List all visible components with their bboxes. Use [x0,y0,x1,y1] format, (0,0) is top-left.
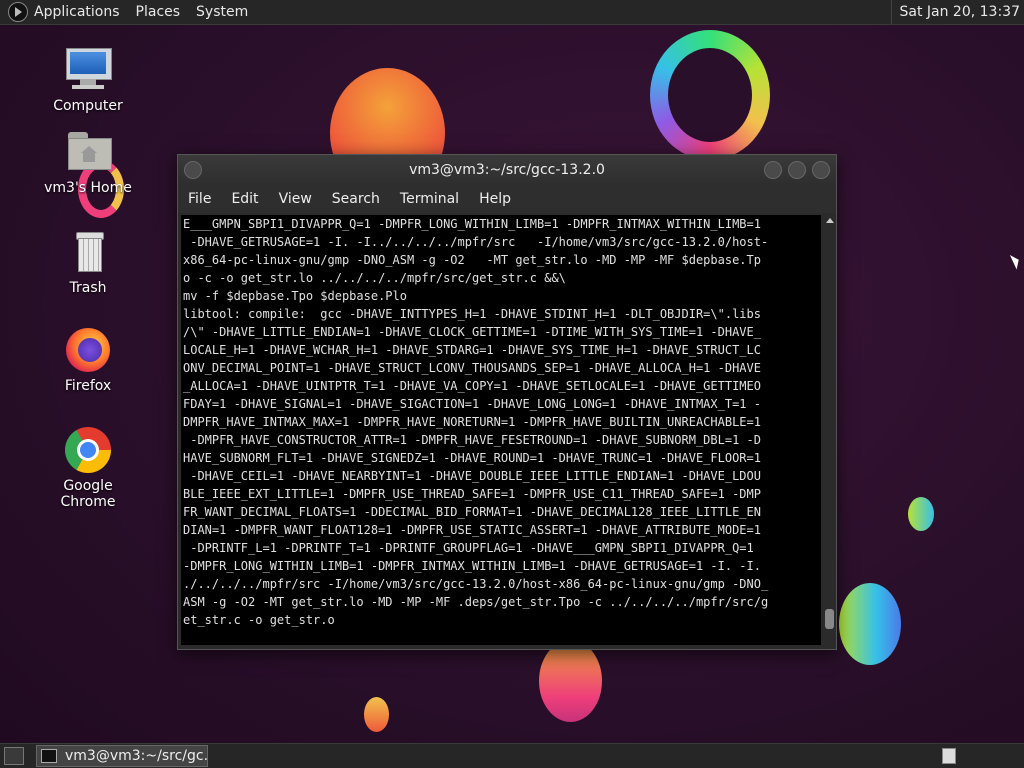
desktop-icon-trash[interactable]: Trash [38,228,138,296]
wallpaper-blue-ball [908,497,934,531]
wallpaper-green-ball [839,583,901,665]
wallpaper-pink-ball [539,640,602,722]
desktop-icon-label: Trash [69,280,107,296]
terminal-title-bar[interactable]: vm3@vm3:~/src/gcc-13.2.0 [178,155,836,185]
taskbar-terminal-label: vm3@vm3:~/src/gc... [65,748,208,764]
close-button[interactable] [812,161,830,179]
scrollbar-thumb[interactable] [825,609,834,629]
terminal-window[interactable]: vm3@vm3:~/src/gcc-13.2.0 File Edit View … [177,154,837,650]
menu-view[interactable]: View [279,191,312,207]
bottom-panel: vm3@vm3:~/src/gc... [0,743,1024,768]
clock[interactable]: Sat Jan 20, 13:37 [890,0,1024,24]
terminal-icon [41,749,57,763]
desktop-icon-computer[interactable]: Computer [38,46,138,114]
desktop-icon-chrome[interactable]: Google Chrome [38,426,138,510]
wallpaper-rainbow-ring [650,30,770,160]
computer-icon [64,46,112,94]
menu-edit[interactable]: Edit [231,191,258,207]
terminal-output-area[interactable]: E___GMPN_SBPI1_DIVAPPR_Q=1 -DMPFR_LONG_W… [181,215,821,645]
terminal-title: vm3@vm3:~/src/gcc-13.2.0 [409,162,605,178]
maximize-button[interactable] [788,161,806,179]
scroll-up-arrow-icon[interactable] [826,218,834,223]
terminal-menubar: File Edit View Search Terminal Help [178,185,836,213]
desktop-icon-home[interactable]: vm3's Home [38,128,138,196]
wallpaper-small-orange-ball [364,697,389,732]
menu-terminal[interactable]: Terminal [400,191,459,207]
places-menu[interactable]: Places [136,4,181,20]
desktop-icon-firefox[interactable]: Firefox [38,326,138,394]
menu-file[interactable]: File [188,191,211,207]
top-panel: Applications Places System Sat Jan 20, 1… [0,0,1024,25]
desktop-icon-label: Google Chrome [60,478,116,510]
trash-icon [64,228,112,276]
workspace-switcher[interactable] [942,748,956,764]
menu-help[interactable]: Help [479,191,511,207]
distro-logo-icon[interactable] [8,2,28,22]
menu-search[interactable]: Search [332,191,380,207]
applications-menu[interactable]: Applications [34,4,120,20]
minimize-button[interactable] [764,161,782,179]
terminal-scrollbar[interactable] [824,215,835,645]
taskbar-terminal-button[interactable]: vm3@vm3:~/src/gc... [36,745,208,767]
terminal-output: E___GMPN_SBPI1_DIVAPPR_Q=1 -DMPFR_LONG_W… [183,217,769,627]
chrome-icon [64,426,112,474]
system-menu[interactable]: System [196,4,248,20]
desktop-icon-label: vm3's Home [44,180,132,196]
window-menu-button[interactable] [184,161,202,179]
desktop-icon-label: Firefox [64,378,112,394]
show-desktop-button[interactable] [4,747,24,765]
desktop-icon-label: Computer [53,98,123,114]
mouse-cursor-icon [1009,252,1023,270]
home-folder-icon [64,128,112,176]
firefox-icon [64,326,112,374]
